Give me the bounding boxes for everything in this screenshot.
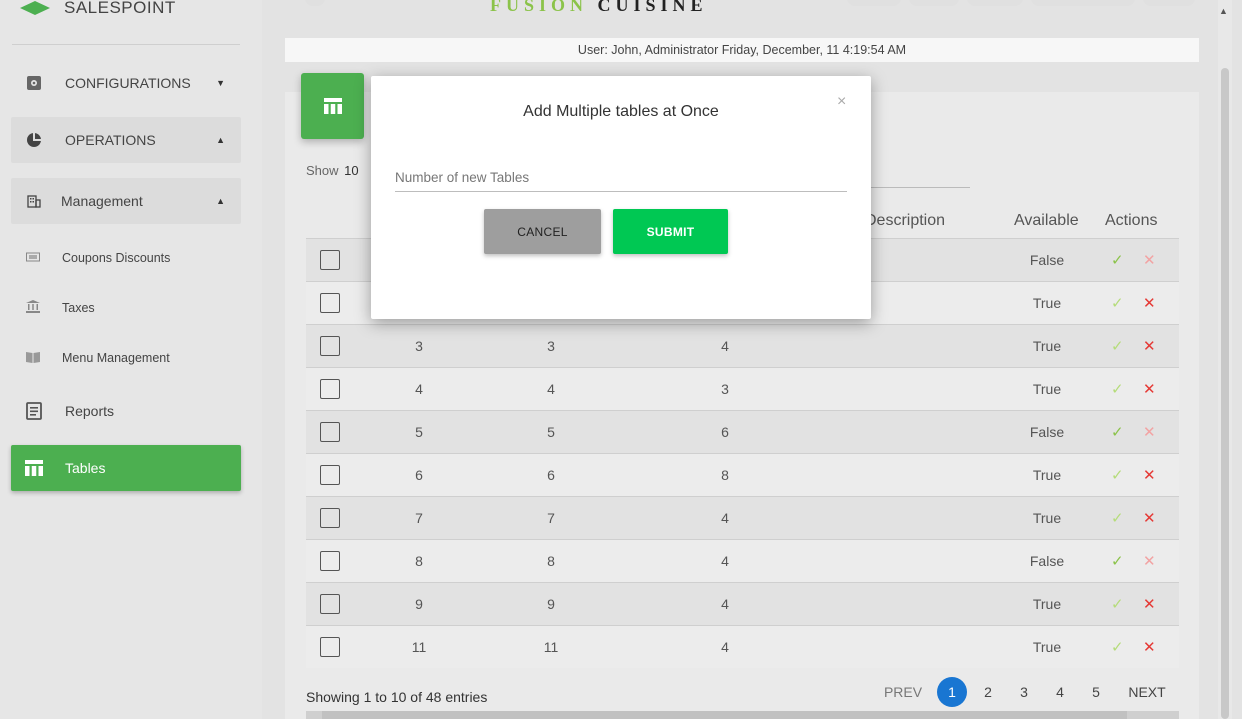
modal-title: Add Multiple tables at Once [523,103,719,120]
cancel-button[interactable]: CANCEL [484,209,601,254]
add-tables-modal: Add Multiple tables at Once × CANCEL SUB… [371,76,871,319]
number-of-tables-input[interactable] [395,164,847,192]
submit-button[interactable]: SUBMIT [613,209,728,254]
close-icon[interactable]: × [837,93,846,111]
